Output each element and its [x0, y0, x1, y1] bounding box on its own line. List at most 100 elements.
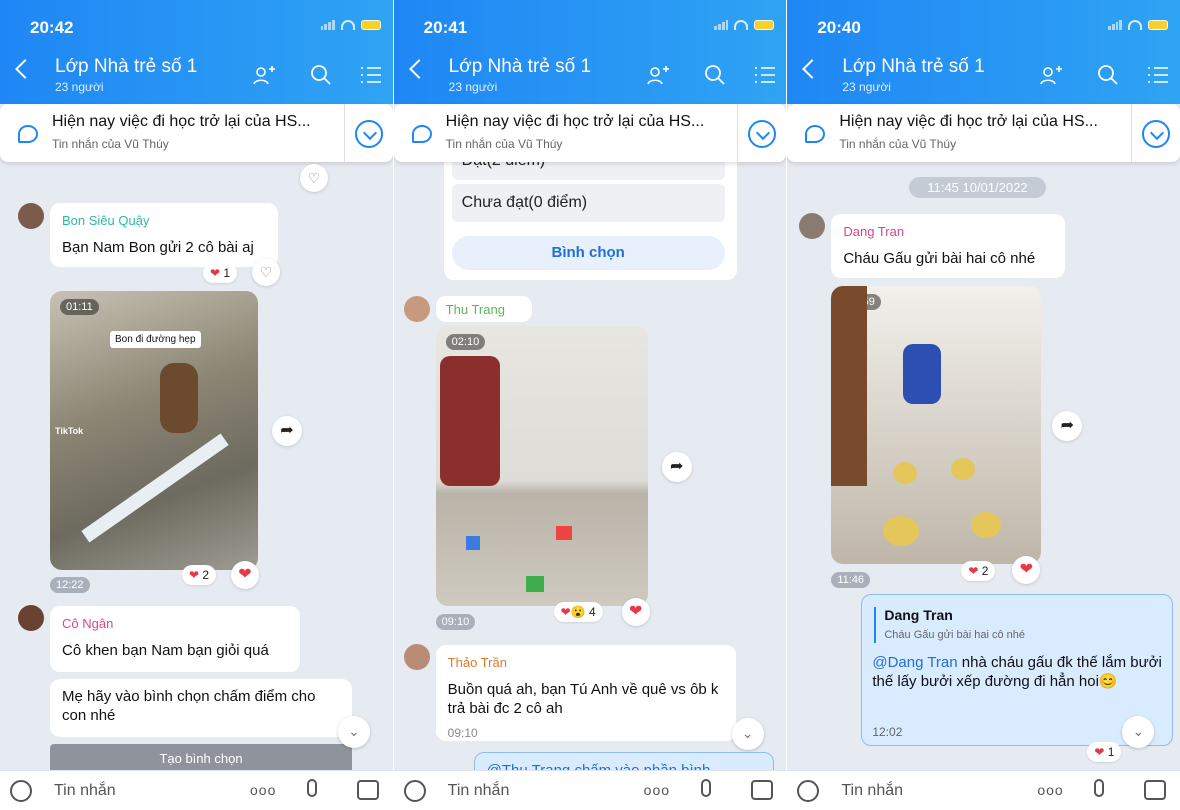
- sender-name: Dang Tran: [843, 224, 905, 239]
- sender-name: Cô Ngân: [62, 616, 114, 631]
- reaction-badge[interactable]: ❤ 1: [203, 263, 238, 283]
- more-icon[interactable]: ooo: [250, 782, 276, 798]
- back-icon[interactable]: [408, 59, 429, 79]
- message-time: 11:46: [831, 572, 871, 588]
- pomelo-fruit: [893, 462, 918, 484]
- video-caption: Bon đi đường hẹp: [110, 331, 201, 348]
- message-bubble[interactable]: Mẹ hãy vào bình chọn chấm điểm cho con n…: [50, 679, 352, 737]
- avatar[interactable]: [18, 605, 44, 631]
- message-bubble[interactable]: Thảo Trần Buồn quá ah, bạn Tú Anh về quê…: [435, 645, 736, 741]
- pinned-message[interactable]: Hiện nay việc đi học trở lại của HS... T…: [0, 104, 393, 162]
- message-input[interactable]: Tin nhắn: [448, 782, 510, 800]
- pinned-message[interactable]: Hiện nay việc đi học trở lại của HS... T…: [787, 104, 1180, 162]
- signal-icon: [1108, 20, 1123, 30]
- reaction-badge[interactable]: ❤ 1: [1087, 742, 1122, 762]
- heart-icon[interactable]: ❤: [1012, 556, 1041, 584]
- input-bar: Tin nhắn ooo: [0, 770, 393, 810]
- wifi-icon: [1128, 20, 1143, 30]
- sender-name: Thảo Trần: [447, 655, 507, 670]
- message-input[interactable]: Tin nhắn: [841, 782, 903, 800]
- message-text: Cô khen bạn Nam bạn giỏi quá: [62, 642, 269, 659]
- image-icon[interactable]: [1144, 780, 1167, 800]
- avatar[interactable]: [403, 296, 430, 322]
- input-bar: Tin nhắn ooo: [787, 770, 1180, 810]
- reaction-badge[interactable]: ❤ 2: [961, 561, 996, 581]
- heart-icon[interactable]: ♡: [300, 164, 328, 192]
- heart-icon[interactable]: ❤: [231, 561, 259, 589]
- search-icon[interactable]: [1095, 64, 1121, 86]
- status-time: 20:41: [423, 18, 468, 37]
- message-bubble[interactable]: Bon Siêu Quậy Bạn Nam Bon gửi 2 cô bài a…: [50, 203, 278, 267]
- emoji-icon[interactable]: [797, 780, 820, 802]
- video-duration: 01:11: [60, 299, 99, 315]
- message-time: 09:10: [435, 614, 476, 630]
- search-icon[interactable]: [308, 64, 334, 86]
- door-frame: [831, 286, 868, 486]
- path-stripe: [81, 433, 229, 543]
- back-icon[interactable]: [15, 59, 35, 79]
- pomelo-fruit: [883, 516, 920, 546]
- heart-icon[interactable]: ❤: [621, 598, 650, 626]
- image-icon[interactable]: [750, 780, 773, 800]
- pomelo-fruit: [971, 512, 1002, 538]
- reaction-badge[interactable]: ❤ 2: [182, 565, 217, 585]
- chat-panel-2: Đạt(2 điểm) Chưa đạt(0 điểm) Bình chọn 2…: [393, 0, 787, 810]
- message-text: Bạn Nam Bon gửi 2 cô bài aj: [62, 239, 254, 256]
- emoji-icon[interactable]: [403, 780, 426, 802]
- message-bubble[interactable]: Cô Ngân Cô khen bạn Nam bạn giỏi quá: [50, 606, 300, 672]
- share-icon[interactable]: ➦: [272, 416, 302, 446]
- video-thumbnail[interactable]: 00:59: [831, 286, 1042, 564]
- heart-icon[interactable]: ♡: [252, 258, 280, 286]
- search-icon[interactable]: [702, 64, 728, 86]
- message-time: 12:02: [872, 725, 903, 739]
- video-thumbnail[interactable]: 01:11 Bon đi đường hẹp TikTok: [50, 291, 258, 570]
- pomelo-fruit: [951, 458, 976, 480]
- add-member-icon[interactable]: [1039, 64, 1065, 86]
- avatar[interactable]: [403, 644, 430, 670]
- pinned-message[interactable]: Hiện nay việc đi học trở lại của HS... T…: [393, 104, 787, 162]
- add-member-icon[interactable]: [646, 64, 672, 86]
- mention[interactable]: @Dang Tran: [872, 654, 957, 671]
- back-icon[interactable]: [802, 59, 823, 79]
- pinned-sub: Tin nhắn của Vũ Thúy: [445, 137, 563, 151]
- pinned-title: Hiện nay việc đi học trở lại của HS...: [445, 113, 705, 130]
- chat-panel-1: 20:42 Lớp Nhà trẻ số 1 23 người Hiện nay…: [0, 0, 393, 810]
- menu-icon[interactable]: [752, 64, 778, 86]
- vote-button[interactable]: Bình chọn: [451, 236, 725, 270]
- more-icon[interactable]: ooo: [644, 782, 670, 798]
- child-figure: [160, 363, 198, 433]
- reaction-badge[interactable]: ❤😮 4: [553, 602, 603, 622]
- poll-option[interactable]: Chưa đạt(0 điểm): [451, 184, 725, 222]
- child-figure: [903, 344, 942, 404]
- mic-icon[interactable]: [307, 779, 317, 797]
- chevron-down-icon[interactable]: [354, 120, 383, 148]
- member-count: 23 người: [55, 80, 104, 94]
- emoji-icon[interactable]: [10, 780, 32, 802]
- pinned-title: Hiện nay việc đi học trở lại của HS...: [52, 113, 311, 130]
- avatar[interactable]: [799, 213, 826, 239]
- sender-name: Thu Trang: [445, 302, 505, 317]
- avatar[interactable]: [18, 203, 44, 229]
- scroll-down-icon[interactable]: ⌄: [731, 718, 764, 750]
- quote-name: Dang Tran: [884, 607, 953, 623]
- image-icon[interactable]: [357, 780, 379, 800]
- mic-icon[interactable]: [700, 779, 711, 797]
- chevron-down-icon[interactable]: [1142, 120, 1171, 148]
- message-bubble[interactable]: Dang Tran Cháu Gấu gửi bài hai cô nhé: [831, 214, 1066, 278]
- more-icon[interactable]: ooo: [1037, 782, 1063, 798]
- chevron-down-icon[interactable]: [748, 120, 777, 148]
- quote-text: Cháu Gấu gửi bài hai cô nhé: [884, 629, 1026, 641]
- share-icon[interactable]: ➦: [1052, 411, 1083, 441]
- status-time: 20:42: [30, 18, 74, 37]
- video-thumbnail[interactable]: 02:10: [435, 326, 648, 606]
- mic-icon[interactable]: [1094, 779, 1105, 797]
- menu-icon[interactable]: [358, 64, 384, 86]
- divider: [343, 104, 345, 162]
- message-input[interactable]: Tin nhắn: [54, 782, 116, 800]
- status-icons: [320, 20, 381, 30]
- scroll-down-icon[interactable]: ⌄: [338, 716, 370, 748]
- toy-piece: [525, 576, 544, 592]
- add-member-icon[interactable]: [252, 64, 278, 86]
- share-icon[interactable]: ➦: [661, 452, 692, 482]
- menu-icon[interactable]: [1145, 64, 1171, 86]
